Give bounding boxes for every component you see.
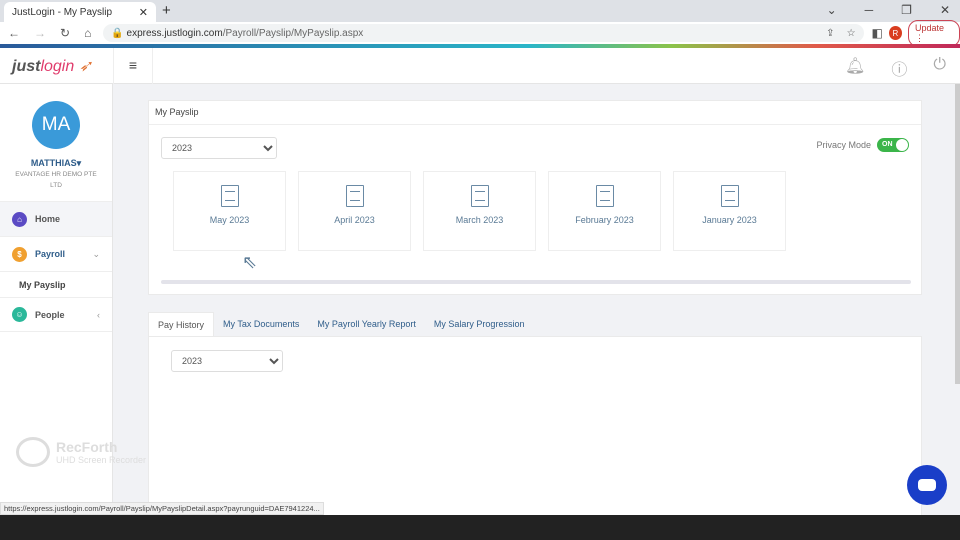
month-label: March 2023	[455, 215, 504, 225]
sidebar-item-home[interactable]: ⌂ Home	[0, 201, 112, 236]
camera-icon	[16, 437, 50, 467]
chevron-left-icon: ‹	[97, 309, 100, 320]
my-payslip-card: My Payslip 2023 Privacy Mode ON May 2023 …	[148, 100, 922, 295]
sidebar-item-label: Payroll	[35, 249, 66, 259]
pay-history-panel: 2023	[148, 336, 922, 516]
payroll-icon: $	[12, 246, 27, 262]
taskbar	[0, 515, 960, 540]
user-avatar: MA	[32, 101, 80, 149]
tab-my-payroll-yearly-report[interactable]: My Payroll Yearly Report	[308, 312, 425, 337]
home-icon[interactable]: ⌂	[84, 26, 91, 40]
close-window-button[interactable]: ✕	[940, 3, 950, 17]
recforth-watermark: RecForth UHD Screen Recorder	[16, 437, 146, 467]
clipboard-icon	[470, 185, 489, 207]
notification-bell-icon[interactable]: 🔔︎	[845, 56, 865, 80]
update-label: Update	[915, 22, 945, 33]
home-icon: ⌂	[12, 211, 27, 227]
tab-title: JustLogin - My Payslip	[12, 6, 113, 18]
url-input[interactable]: 🔒 express.justlogin.com/Payroll/Payslip/…	[103, 24, 864, 42]
month-label: February 2023	[575, 215, 634, 225]
privacy-mode-label: Privacy Mode	[816, 140, 871, 150]
toggle-state: ON	[882, 141, 893, 148]
chat-bubble-icon	[918, 479, 936, 491]
logo-just: just	[12, 58, 41, 75]
payslip-year-select[interactable]: 2023	[161, 137, 277, 159]
browser-tab[interactable]: JustLogin - My Payslip ✕	[4, 2, 156, 22]
menu-toggle-icon[interactable]: ≡	[113, 48, 153, 84]
url-host: express.justlogin.com	[126, 27, 223, 39]
share-icon[interactable]: ⇪	[826, 28, 834, 39]
sidebar-item-payroll[interactable]: $ Payroll ⌄	[0, 236, 112, 271]
link-status-bar: https://express.justlogin.com/Payroll/Pa…	[0, 502, 324, 515]
help-icon[interactable]: ⓘ	[891, 56, 907, 80]
back-icon[interactable]: ←	[8, 26, 20, 40]
organization-name: EVANTAGE HR DEMO PTE LTD	[15, 171, 97, 189]
user-name-dropdown[interactable]: MATTHIAS▾	[0, 158, 112, 169]
tab-search-icon[interactable]: ⌄	[827, 3, 837, 17]
pay-history-year-select[interactable]: 2023	[171, 350, 283, 372]
logout-power-icon[interactable]: ⏻	[933, 56, 946, 80]
app-header: justlogin ➶ ≡ 🔔︎ ⓘ ⏻	[0, 48, 960, 84]
clipboard-icon	[720, 185, 739, 207]
chevron-down-icon: ⌄	[92, 248, 100, 259]
tab-my-salary-progression[interactable]: My Salary Progression	[425, 312, 534, 337]
month-label: April 2023	[334, 215, 375, 225]
forward-icon[interactable]: →	[34, 26, 46, 40]
page-scrollbar[interactable]	[955, 84, 960, 384]
pay-tabs: Pay History My Tax Documents My Payroll …	[148, 312, 533, 337]
clipboard-icon	[220, 185, 239, 207]
bookmark-star-icon[interactable]: ☆	[847, 28, 856, 39]
restore-button[interactable]: ❐	[901, 3, 912, 17]
profile-avatar[interactable]: R	[888, 26, 902, 40]
browser-tab-bar: JustLogin - My Payslip ✕ + ⌄ ─ ❐ ✕	[0, 0, 960, 22]
watermark-title: RecForth	[56, 439, 118, 455]
clipboard-icon	[595, 185, 614, 207]
mouse-cursor-icon: ⇖	[242, 252, 258, 272]
people-icon: ☺	[12, 307, 27, 322]
watermark-subtitle: UHD Screen Recorder	[56, 455, 147, 465]
chat-support-button[interactable]	[907, 465, 947, 505]
privacy-mode-toggle[interactable]: ON	[877, 138, 909, 152]
sidebar-item-label: People	[35, 309, 65, 320]
user-name: MATTHIAS	[30, 158, 77, 168]
tab-my-tax-documents[interactable]: My Tax Documents	[214, 312, 308, 337]
month-label: May 2023	[209, 215, 250, 225]
horizontal-scrollbar[interactable]	[161, 280, 911, 284]
payslip-month-card[interactable]: March 2023	[423, 171, 536, 251]
payslip-month-card[interactable]: May 2023	[173, 171, 286, 251]
new-tab-button[interactable]: +	[162, 2, 171, 19]
tab-pay-history[interactable]: Pay History	[148, 312, 215, 337]
sidebar-item-label: Home	[35, 214, 61, 224]
address-bar-row: ← → ↻ ⌂ 🔒 express.justlogin.com/Payroll/Pay…	[0, 19, 960, 47]
month-label: January 2023	[702, 215, 757, 225]
url-path: /Payroll/Payslip/MyPayslip.aspx	[222, 27, 364, 39]
payslip-month-card[interactable]: April 2023	[298, 171, 411, 251]
close-tab-icon[interactable]: ✕	[139, 6, 148, 19]
side-panel-icon[interactable]: ◧	[872, 26, 883, 40]
reload-icon[interactable]: ↻	[60, 26, 70, 40]
update-button[interactable]: Update ⋮	[908, 19, 960, 47]
clipboard-icon	[345, 185, 364, 207]
payslip-month-card[interactable]: January 2023	[673, 171, 786, 251]
payslip-month-card[interactable]: February 2023	[548, 171, 661, 251]
minimize-button[interactable]: ─	[865, 3, 874, 17]
card-title: My Payslip	[149, 101, 921, 125]
sidebar-item-my-payslip[interactable]: My Payslip	[0, 271, 112, 297]
justlogin-logo[interactable]: justlogin ➶	[12, 56, 92, 76]
logo-login: login	[40, 58, 75, 75]
sidebar-item-people[interactable]: ☺ People ‹	[0, 297, 112, 332]
